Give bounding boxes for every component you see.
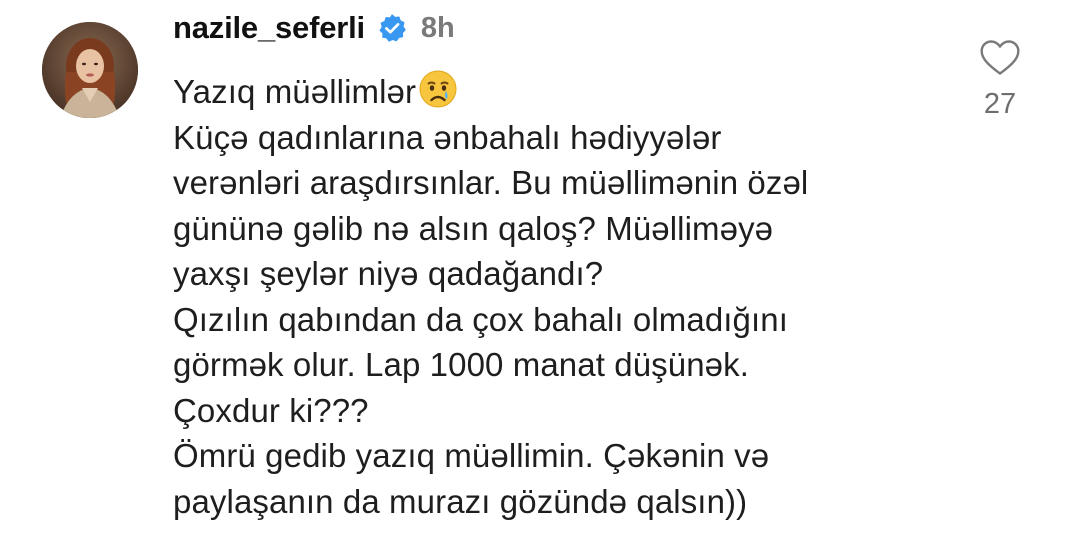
timestamp: 8h <box>420 11 455 44</box>
comment-line-text: Yazıq müəllimlər <box>173 73 417 110</box>
comment-line: Ömrü gedib yazıq müəllimin. Çəkənin və <box>173 437 770 474</box>
profile-photo <box>42 22 138 118</box>
comment-line: yaxşı şeylər niyə qadağandı? <box>173 255 604 292</box>
comment-line: Yazıq müəllimlər <box>173 69 963 115</box>
crying-face-emoji-icon <box>418 69 458 109</box>
comment-line: görmək olur. Lap 1000 manat düşünək. <box>173 346 749 383</box>
heart-icon <box>980 40 1020 75</box>
username[interactable]: nazile_seferli <box>173 10 365 46</box>
comment-header: nazile_seferli 8h <box>173 8 455 48</box>
comment-line: gününə gəlib nə alsın qaloş? Müəlliməyə <box>173 209 774 247</box>
comment-item: nazile_seferli 8h Yazıq müəllimlər Küçə … <box>0 0 1080 539</box>
comment-text: Yazıq müəllimlər Küçə qadınlarına ənbaha… <box>173 69 963 524</box>
comment-line: Küçə qadınlarına ənbahalı hədiyyələr <box>173 118 722 156</box>
avatar[interactable] <box>42 22 138 118</box>
comment-line: paylaşanın da murazı gözündə qalsın)) <box>173 482 748 520</box>
comment-line: Çoxdur ki??? <box>173 391 369 429</box>
verified-badge-icon <box>377 13 407 43</box>
like-button[interactable] <box>978 36 1022 80</box>
comment-line: verənləri araşdırsınlar. Bu müəllimənin … <box>173 164 809 201</box>
like-count: 27 <box>983 88 1017 120</box>
comment-line: Qızılın qabından da çox bahalı olmadığın… <box>173 300 789 338</box>
